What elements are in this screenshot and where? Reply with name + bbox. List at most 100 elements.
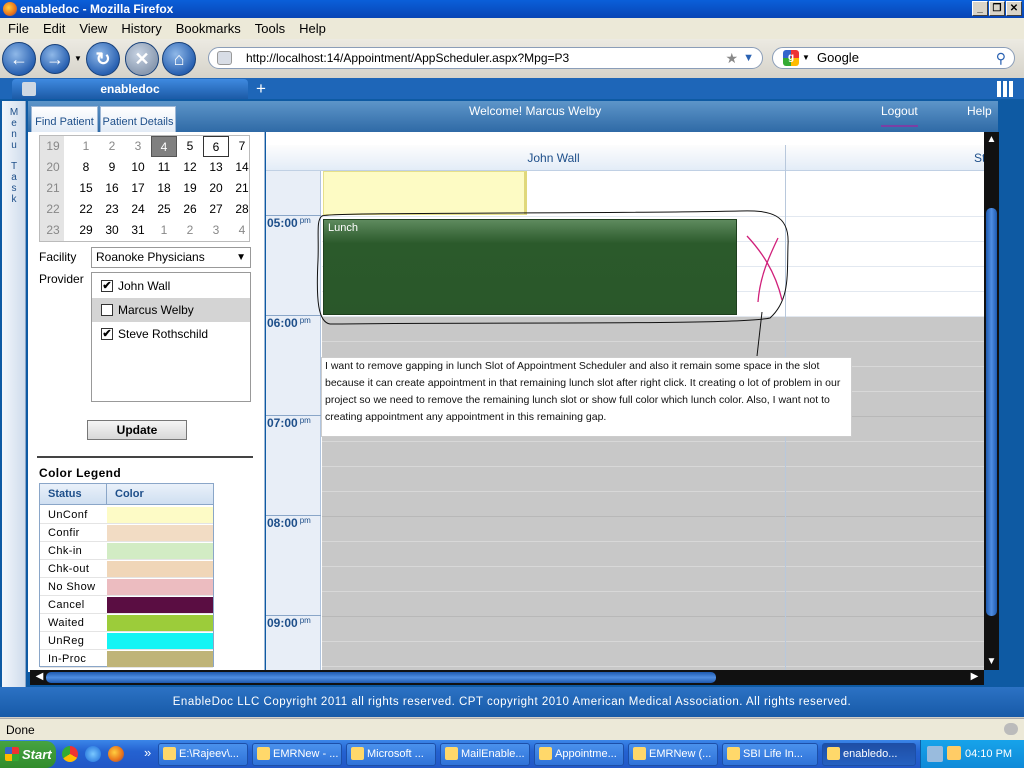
calendar-day[interactable]: 3 — [125, 136, 151, 157]
side-task-tab[interactable]: Task — [4, 161, 24, 205]
calendar-day[interactable]: 10 — [125, 157, 151, 178]
taskbar-task[interactable]: SBI Life In... — [722, 743, 818, 766]
minimize-button[interactable]: _ — [972, 1, 988, 16]
menu-bookmarks[interactable]: Bookmarks — [169, 18, 248, 39]
provider-checkbox[interactable] — [101, 304, 113, 316]
calendar-day[interactable]: 28 — [229, 199, 255, 220]
url-dropdown-icon[interactable]: ▼ — [743, 48, 754, 68]
calendar-day[interactable]: 14 — [229, 157, 255, 178]
calendar-day[interactable]: 7 — [229, 136, 255, 157]
provider-item-john-wall[interactable]: ✔ John Wall — [92, 274, 250, 298]
restore-button[interactable]: ❐ — [989, 1, 1005, 16]
menu-file[interactable]: File — [0, 18, 36, 39]
calendar-day[interactable]: 26 — [177, 199, 203, 220]
calendar-day[interactable]: 5 — [177, 136, 203, 157]
facility-select[interactable]: Roanoke Physicians ▼ — [91, 247, 251, 268]
calendar-day[interactable]: 6 — [203, 136, 229, 157]
calendar-day[interactable]: 30 — [99, 220, 125, 241]
start-button[interactable]: Start — [0, 741, 56, 768]
calendar-day[interactable]: 4 — [151, 136, 177, 157]
side-menu-tab[interactable]: Menu — [4, 107, 24, 151]
calendar-day[interactable]: 18 — [151, 178, 177, 199]
forward-arrow-icon[interactable]: → — [40, 44, 70, 74]
provider-checkbox[interactable]: ✔ — [101, 280, 113, 292]
scroll-down-icon[interactable]: ▼ — [984, 656, 999, 667]
calendar-day[interactable]: 8 — [73, 157, 99, 178]
tab-find-patient[interactable]: Find Patient — [31, 106, 98, 132]
taskbar-task[interactable]: EMRNew (... — [628, 743, 718, 766]
history-dropdown-icon[interactable]: ▼ — [74, 54, 82, 63]
scroll-left-icon[interactable]: ◀ — [32, 671, 47, 682]
provider-item-marcus-welby[interactable]: Marcus Welby — [92, 298, 250, 322]
reload-icon[interactable]: ↻ — [86, 42, 120, 76]
calendar-day[interactable]: 20 — [203, 178, 229, 199]
calendar-day[interactable]: 3 — [203, 220, 229, 241]
taskbar-task[interactable]: MailEnable... — [440, 743, 530, 766]
menu-history[interactable]: History — [114, 18, 168, 39]
appointment-unconfirmed[interactable] — [323, 171, 527, 215]
calendar-day[interactable]: 24 — [125, 199, 151, 220]
menu-edit[interactable]: Edit — [36, 18, 72, 39]
provider-checkbox[interactable]: ✔ — [101, 328, 113, 340]
calendar-day[interactable]: 22 — [73, 199, 99, 220]
taskbar-task[interactable]: EMRNew - ... — [252, 743, 342, 766]
chrome-icon[interactable] — [62, 746, 78, 762]
tab-patient-details[interactable]: Patient Details — [100, 106, 176, 132]
engine-dropdown-icon[interactable]: ▼ — [802, 48, 810, 68]
update-button[interactable]: Update — [87, 420, 187, 440]
tab-list-icon[interactable] — [997, 81, 1013, 97]
taskbar-task[interactable]: enabledo... — [822, 743, 916, 766]
logout-link[interactable]: Logout — [881, 104, 918, 127]
back-arrow-icon[interactable]: ← — [2, 42, 36, 76]
home-icon[interactable]: ⌂ — [162, 42, 196, 76]
ie-icon[interactable] — [85, 746, 101, 762]
scroll-up-icon[interactable]: ▲ — [984, 134, 999, 145]
calendar-day[interactable]: 17 — [125, 178, 151, 199]
calendar-day[interactable]: 23 — [99, 199, 125, 220]
network-icon[interactable] — [927, 746, 943, 762]
provider-item-steve-rothschild[interactable]: ✔ Steve Rothschild — [92, 322, 250, 346]
calendar-day[interactable]: 2 — [99, 136, 125, 157]
calendar-day[interactable]: 1 — [151, 220, 177, 241]
calendar-day[interactable]: 19 — [177, 178, 203, 199]
calendar-day[interactable]: 9 — [99, 157, 125, 178]
close-button[interactable]: ✕ — [1006, 1, 1022, 16]
menu-view[interactable]: View — [72, 18, 114, 39]
bookmark-star-icon[interactable]: ★ — [725, 48, 738, 68]
menu-help[interactable]: Help — [292, 18, 333, 39]
horizontal-scroll-thumb[interactable] — [46, 672, 716, 683]
taskbar-task[interactable]: Appointme... — [534, 743, 624, 766]
firefox-launch-icon[interactable] — [108, 746, 124, 762]
calendar-day[interactable]: 31 — [125, 220, 151, 241]
google-icon[interactable]: g — [783, 50, 799, 66]
taskbar-task[interactable]: Microsoft ... — [346, 743, 436, 766]
calendar-day[interactable]: 15 — [73, 178, 99, 199]
help-link[interactable]: Help — [967, 104, 992, 118]
vertical-scroll-thumb[interactable] — [986, 208, 997, 616]
stop-icon[interactable]: ✕ — [125, 42, 159, 76]
search-box[interactable]: g ▼ Google ⚲ — [772, 47, 1015, 69]
calendar-day[interactable]: 4 — [229, 220, 255, 241]
calendar-day[interactable]: 16 — [99, 178, 125, 199]
search-icon[interactable]: ⚲ — [996, 48, 1006, 68]
site-identity-icon[interactable] — [217, 51, 232, 65]
scroll-right-icon[interactable]: ▶ — [967, 671, 982, 682]
tray-tool-icon[interactable] — [947, 746, 961, 760]
calendar-day[interactable]: 27 — [203, 199, 229, 220]
calendar-day[interactable]: 25 — [151, 199, 177, 220]
calendar-day[interactable]: 12 — [177, 157, 203, 178]
lunch-block[interactable]: Lunch — [323, 219, 737, 315]
chevron-down-icon[interactable]: ▼ — [236, 248, 246, 267]
taskbar-task[interactable]: E:\Rajeev\... — [158, 743, 248, 766]
quicklaunch-more-icon[interactable]: » — [144, 745, 151, 760]
calendar-day[interactable]: 29 — [73, 220, 99, 241]
address-bar[interactable]: http://localhost:14/Appointment/AppSched… — [208, 47, 763, 69]
calendar-day[interactable]: 21 — [229, 178, 255, 199]
new-tab-button[interactable]: + — [256, 79, 266, 99]
calendar-day[interactable]: 1 — [73, 136, 99, 157]
menu-tools[interactable]: Tools — [248, 18, 292, 39]
calendar-day[interactable]: 2 — [177, 220, 203, 241]
tab-enabledoc[interactable]: enabledoc — [12, 79, 248, 99]
calendar-day[interactable]: 11 — [151, 157, 177, 178]
calendar-day[interactable]: 13 — [203, 157, 229, 178]
